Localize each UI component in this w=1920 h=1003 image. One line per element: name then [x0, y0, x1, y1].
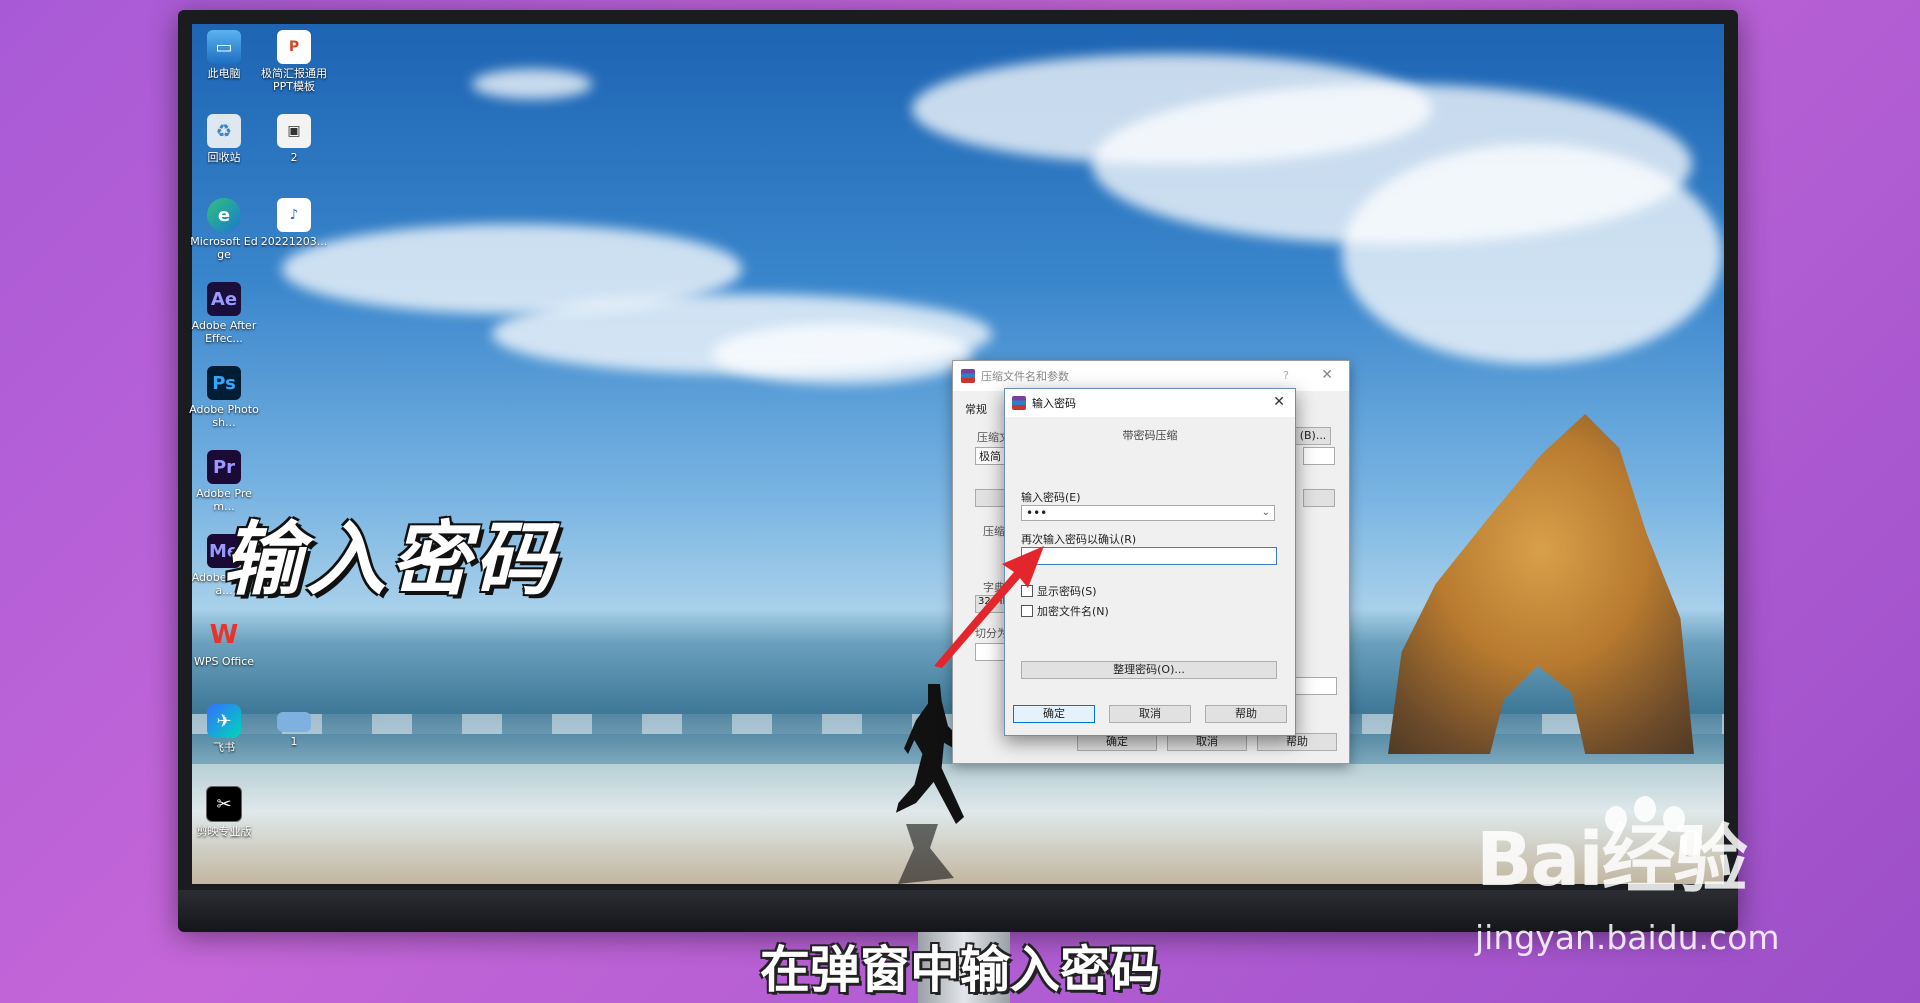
premiere-icon: Pr [207, 450, 241, 484]
help-icon[interactable]: ? [1283, 369, 1289, 382]
desktop-icon-photoshop[interactable]: Ps Adobe Photosh... [189, 366, 259, 429]
photoshop-icon: Ps [207, 366, 241, 400]
desktop-icon-recycle-bin[interactable]: ♻ 回收站 [189, 114, 259, 164]
desktop-icon-audio-file[interactable]: ♪ 20221203... [259, 198, 329, 248]
update-mode-select[interactable] [1303, 489, 1335, 507]
ok-button[interactable]: 确定 [1013, 705, 1095, 723]
archive-params-titlebar: 压缩文件名和参数 [953, 361, 1349, 391]
browse-button[interactable]: (B)... [1295, 427, 1331, 445]
rock-arch [1388, 414, 1694, 754]
winrar-icon [1012, 396, 1026, 410]
audio-file-icon: ♪ [277, 198, 311, 232]
capcut-icon: ✂ [206, 786, 242, 822]
recycle-bin-icon: ♻ [207, 114, 241, 148]
image-file-icon: ▣ [277, 114, 311, 148]
desktop-icon-after-effects[interactable]: Ae Adobe After Effec... [189, 282, 259, 345]
desktop-icon-wps[interactable]: W WPS Office [189, 618, 259, 668]
wps-icon: W [209, 620, 239, 650]
password-dialog-titlebar: 输入密码 [1005, 389, 1295, 417]
baidu-watermark: Bai经验 [1476, 817, 1748, 903]
archive-format-select[interactable] [1303, 447, 1335, 465]
image-file-icon [277, 712, 311, 732]
ppt-file-icon: P [277, 30, 311, 64]
desktop-icon-ppt[interactable]: P 极简汇报通用PPT模板 [259, 30, 329, 93]
desktop-icon-image-2[interactable]: ▣ 2 [259, 114, 329, 164]
dialog-heading: 带密码压缩 [1122, 429, 1178, 442]
chevron-down-icon[interactable]: ⌄ [1262, 506, 1270, 520]
tab-general[interactable]: 常规 [965, 401, 987, 417]
after-effects-icon: Ae [207, 282, 241, 316]
desktop-icon-edge[interactable]: e Microsoft Edge [189, 198, 259, 261]
video-subtitle: 在弹窗中输入密码 [760, 941, 1160, 999]
desktop-icon-image-1[interactable]: 1 [259, 704, 329, 748]
winrar-icon [961, 369, 975, 383]
edge-icon: e [207, 198, 241, 232]
overlay-title: 输入密码 [222, 513, 558, 606]
desktop-icon-feishu[interactable]: ✈ 飞书 [189, 704, 259, 754]
password-label: 输入密码(E) [1021, 491, 1081, 504]
red-arrow-annotation [934, 546, 1044, 668]
desktop-icon-computer[interactable]: ▭ 此电脑 [189, 30, 259, 80]
close-icon[interactable]: ✕ [1273, 394, 1285, 410]
close-icon[interactable]: ✕ [1321, 367, 1333, 383]
cancel-button[interactable]: 取消 [1109, 705, 1191, 723]
password-input[interactable]: ••• ⌄ [1021, 505, 1275, 521]
desktop-icon-capcut[interactable]: ✂ 剪映专业版 [189, 786, 259, 838]
options-field[interactable] [1295, 677, 1337, 695]
feishu-icon: ✈ [207, 704, 241, 738]
computer-icon: ▭ [207, 30, 241, 64]
help-button[interactable]: 帮助 [1205, 705, 1287, 723]
